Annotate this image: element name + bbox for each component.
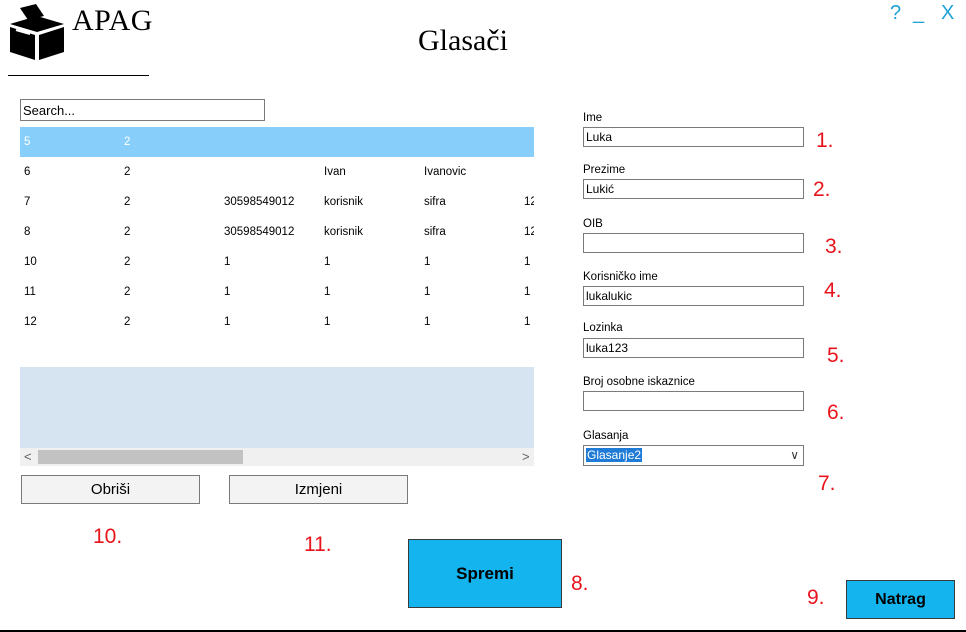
broj-osobne-field[interactable]	[583, 391, 804, 411]
edit-button[interactable]: Izmjeni	[229, 475, 408, 504]
annotation-10: 10.	[93, 525, 123, 548]
chevron-down-icon: ∨	[790, 448, 799, 462]
table-cell: 11	[24, 286, 36, 298]
table-cell: 2	[124, 286, 131, 298]
annotation-2: 2.	[813, 178, 831, 201]
table-cell: 1	[224, 316, 231, 328]
table-cell: 12	[524, 196, 534, 208]
table-cell: 1	[324, 316, 331, 328]
logo-underline	[8, 75, 149, 76]
ime-label: Ime	[583, 112, 603, 124]
lozinka-label: Lozinka	[583, 322, 623, 334]
table-cell: Ivan	[324, 166, 346, 178]
table-row[interactable]: 12 2 1 1 1 1	[20, 307, 534, 337]
table-cell: 1	[524, 256, 531, 268]
help-button[interactable]: ?	[890, 2, 901, 25]
oib-label: OIB	[583, 218, 603, 230]
back-button[interactable]: Natrag	[846, 580, 955, 619]
search-input[interactable]	[20, 99, 265, 121]
close-button[interactable]: X	[941, 2, 954, 25]
lozinka-field[interactable]: luka123	[583, 338, 804, 358]
table-cell: 2	[124, 196, 131, 208]
table-cell: 2	[124, 166, 131, 178]
table-cell: sifra	[424, 226, 446, 238]
minimize-button[interactable]: _	[913, 2, 924, 25]
table-cell: 30598549012	[224, 196, 295, 208]
table-row[interactable]: 6 2 Ivan Ivanovic	[20, 157, 534, 187]
table-row[interactable]: 10 2 1 1 1 1	[20, 247, 534, 277]
table-cell: 8	[24, 226, 31, 238]
table-cell: 12	[24, 316, 37, 328]
save-button[interactable]: Spremi	[408, 539, 562, 608]
table-cell: 1	[324, 256, 331, 268]
table-row[interactable]: 52	[20, 127, 534, 157]
ballot-box-icon	[10, 4, 64, 60]
table-cell: 10	[24, 256, 37, 268]
annotation-6: 6.	[827, 401, 845, 424]
table-cell: korisnik	[324, 196, 363, 208]
glasanja-selected-value: Glasanje2	[586, 448, 643, 462]
annotation-9: 9.	[807, 586, 825, 609]
table-row[interactable]: 11 2 1 1 1 1	[20, 277, 534, 307]
horizontal-scrollbar[interactable]: < >	[20, 448, 534, 466]
table-cell: sifra	[424, 196, 446, 208]
table-cell: 12	[524, 226, 534, 238]
grid-rows: 5 2 6 2 Ivan Ivanovic 7 2 30598549012 korisnik sif…	[20, 127, 534, 367]
korisnicko-ime-field[interactable]: lukalukic	[583, 286, 804, 306]
scroll-right-icon[interactable]: >	[522, 449, 530, 464]
prezime-field[interactable]: Lukić	[583, 179, 804, 199]
table-cell: 2	[124, 316, 131, 328]
ime-field[interactable]: Luka	[583, 127, 804, 147]
annotation-8: 8.	[571, 572, 589, 595]
table-cell: 2	[124, 256, 131, 268]
voters-grid[interactable]: 5 2 6 2 Ivan Ivanovic 7 2 30598549012 korisnik sif…	[20, 127, 534, 466]
table-row[interactable]: 8 2 30598549012 korisnik sifra 12	[20, 217, 534, 247]
scroll-left-icon[interactable]: <	[24, 449, 32, 464]
table-cell: 1	[224, 286, 231, 298]
annotation-5: 5.	[827, 344, 845, 367]
table-cell: 6	[24, 166, 31, 178]
prezime-label: Prezime	[583, 164, 626, 176]
table-cell: 5	[24, 136, 31, 148]
annotation-1: 1.	[816, 129, 834, 152]
table-cell: korisnik	[324, 226, 363, 238]
table-cell: 1	[524, 316, 531, 328]
table-cell: 1	[524, 286, 531, 298]
annotation-7: 7.	[818, 472, 836, 495]
glasanja-select[interactable]: Glasanje2 ∨	[583, 445, 804, 466]
scroll-thumb[interactable]	[38, 450, 243, 464]
delete-button[interactable]: Obriši	[21, 475, 200, 504]
annotation-4: 4.	[824, 279, 842, 302]
table-cell: 30598549012	[224, 226, 295, 238]
glasanja-label: Glasanja	[583, 430, 629, 442]
oib-field[interactable]	[583, 233, 804, 253]
table-cell: 2	[124, 136, 131, 148]
table-cell: 1	[224, 256, 231, 268]
table-cell: 2	[124, 226, 131, 238]
korisnicko-ime-label: Korisničko ime	[583, 271, 658, 283]
app-logo-text: APAG	[72, 4, 153, 37]
table-row[interactable]: 7 2 30598549012 korisnik sifra 12	[20, 187, 534, 217]
table-cell: 1	[424, 286, 431, 298]
annotation-3: 3.	[825, 235, 843, 258]
table-cell: 7	[24, 196, 31, 208]
page-title: Glasači	[418, 24, 508, 57]
table-cell: 1	[424, 256, 431, 268]
table-cell: 1	[424, 316, 431, 328]
table-cell: 1	[324, 286, 331, 298]
table-cell: Ivanovic	[424, 166, 467, 178]
broj-osobne-label: Broj osobne iskaznice	[583, 376, 695, 388]
annotation-11: 11.	[304, 533, 332, 556]
